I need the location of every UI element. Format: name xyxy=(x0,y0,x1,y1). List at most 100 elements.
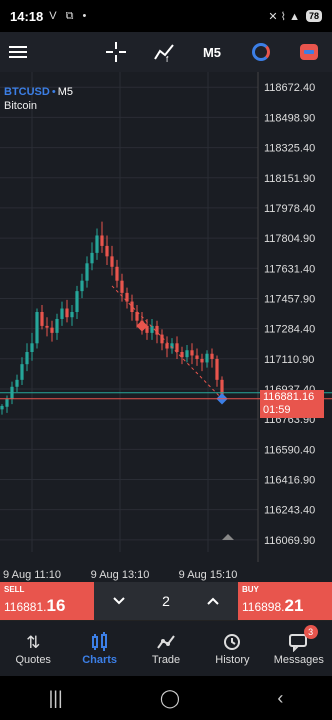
current-price: 116881.16 xyxy=(263,391,315,403)
y-tick-label: 117284.40 xyxy=(264,324,315,336)
history-icon xyxy=(222,632,242,654)
candle-body xyxy=(175,343,179,352)
candle-body xyxy=(200,358,204,363)
buy-button[interactable]: BUY 116898.21 xyxy=(238,582,332,620)
one-click-trade-icon[interactable] xyxy=(298,38,320,66)
buy-price: 116898.21 xyxy=(242,596,304,615)
price-chart[interactable]: 118672.40 118498.90 118325.40 118151.90 1179… xyxy=(0,72,332,582)
status-notification-icons: V ⧉ • xyxy=(49,9,90,22)
recent-apps-icon[interactable]: ||| xyxy=(49,688,63,709)
y-tick-label: 117457.90 xyxy=(264,293,315,305)
status-right: ✕ ⌇ ▲ 78 xyxy=(268,10,322,23)
y-tick-label: 116590.40 xyxy=(264,444,315,456)
back-icon[interactable]: ‹ xyxy=(277,688,283,709)
y-tick-label: 117804.90 xyxy=(264,233,315,245)
candle-body xyxy=(115,266,119,281)
trade-icon xyxy=(156,632,176,654)
candle-body xyxy=(35,312,39,344)
messages-badge: 3 xyxy=(303,625,318,639)
y-tick-label: 117978.40 xyxy=(264,203,315,215)
trend-line xyxy=(111,285,223,400)
y-tick-label: 117631.40 xyxy=(264,263,315,275)
nav-trade[interactable]: Trade xyxy=(133,621,199,676)
system-nav-bar: ||| ◯ ‹ xyxy=(0,676,332,720)
hamburger-icon[interactable] xyxy=(8,38,28,66)
candle-body xyxy=(15,379,19,387)
lot-increase-button[interactable] xyxy=(206,593,220,609)
buy-label: BUY xyxy=(242,585,259,594)
candle-body xyxy=(60,308,64,319)
candle-body xyxy=(120,280,124,293)
symbol-timeframe: M5 xyxy=(57,86,73,98)
indicator-icon[interactable]: f xyxy=(152,38,176,66)
nav-charts[interactable]: Charts xyxy=(66,621,132,676)
candle-body xyxy=(0,405,4,410)
candle-body xyxy=(90,252,94,264)
candle-body xyxy=(70,312,74,318)
y-tick-label: 117110.90 xyxy=(264,354,314,366)
battery-icon: 78 xyxy=(305,10,322,22)
candle-body xyxy=(185,350,189,358)
y-tick-label: 118672.40 xyxy=(264,82,315,94)
candle-body xyxy=(50,327,54,333)
nav-history[interactable]: History xyxy=(199,621,265,676)
sell-label: SELL xyxy=(4,585,25,594)
candle-body xyxy=(190,350,194,356)
scroll-marker xyxy=(222,534,234,540)
candle-body xyxy=(55,318,59,333)
y-tick-label: 116069.90 xyxy=(264,535,315,547)
y-tick-label: 118325.40 xyxy=(264,143,315,155)
home-icon[interactable]: ◯ xyxy=(160,688,180,709)
candle-body xyxy=(65,308,69,318)
chart-toolbar: f M5 xyxy=(0,32,332,72)
candle-body xyxy=(110,256,114,267)
charts-icon xyxy=(90,631,110,654)
symbol-description: Bitcoin xyxy=(4,100,38,112)
y-tick-label: 116416.90 xyxy=(264,474,315,486)
current-price-tag: 116881.16 01:59 xyxy=(260,390,324,418)
sell-button[interactable]: SELL 116881.16 xyxy=(0,582,94,620)
svg-text:f: f xyxy=(166,55,169,63)
candle-body xyxy=(210,353,214,359)
quotes-icon: ⇅ xyxy=(26,632,41,652)
x-tick-label: 9 Aug 15:10 xyxy=(179,569,238,581)
x-tick-label: 9 Aug 11:10 xyxy=(3,569,61,581)
candle-body xyxy=(195,355,199,359)
candle-body xyxy=(85,263,89,281)
trade-bar: SELL 116881.16 2 BUY 116898.21 xyxy=(0,582,332,620)
candle-body xyxy=(205,353,209,363)
status-bar: 14:18 V ⧉ • ✕ ⌇ ▲ 78 xyxy=(0,0,332,32)
symbol-label: BTCUSD • M5 xyxy=(4,86,73,98)
sell-price: 116881.16 xyxy=(4,596,66,615)
lot-decrease-button[interactable] xyxy=(112,593,126,609)
chart-area[interactable]: 118672.40 118498.90 118325.40 118151.90 1179… xyxy=(0,72,332,582)
candle-body xyxy=(105,245,109,257)
timeframe-button[interactable]: M5 xyxy=(196,38,228,66)
candle-body xyxy=(45,325,49,328)
lot-value[interactable]: 2 xyxy=(162,593,170,609)
candle-body xyxy=(130,301,134,312)
candle-body xyxy=(40,312,44,326)
candle-body xyxy=(75,291,79,312)
candle-body xyxy=(25,352,29,365)
status-time: 14:18 xyxy=(10,8,44,24)
crosshair-icon[interactable] xyxy=(104,38,128,66)
objects-circle-icon[interactable] xyxy=(250,38,272,66)
candle-body xyxy=(150,325,154,333)
candle-body xyxy=(215,358,219,380)
y-tick-label: 116243.40 xyxy=(264,505,315,517)
nav-quotes[interactable]: ⇅ Quotes xyxy=(0,621,66,676)
nav-messages[interactable]: Messages 3 xyxy=(266,621,332,676)
bar-countdown: 01:59 xyxy=(263,404,291,416)
symbol-name: BTCUSD xyxy=(4,86,50,98)
y-tick-label: 118151.90 xyxy=(264,173,315,185)
candle-body xyxy=(30,343,34,352)
status-signal-icons: ✕ ⌇ ▲ xyxy=(268,10,300,23)
candle-body xyxy=(100,235,104,246)
candle-body xyxy=(95,235,99,253)
candle-body xyxy=(5,398,9,407)
x-tick-label: 9 Aug 13:10 xyxy=(91,569,150,581)
bottom-nav: ⇅ Quotes Charts Trade History Messages 3 xyxy=(0,620,332,676)
lot-selector: 2 xyxy=(94,582,238,620)
y-tick-label: 118498.90 xyxy=(264,112,315,124)
